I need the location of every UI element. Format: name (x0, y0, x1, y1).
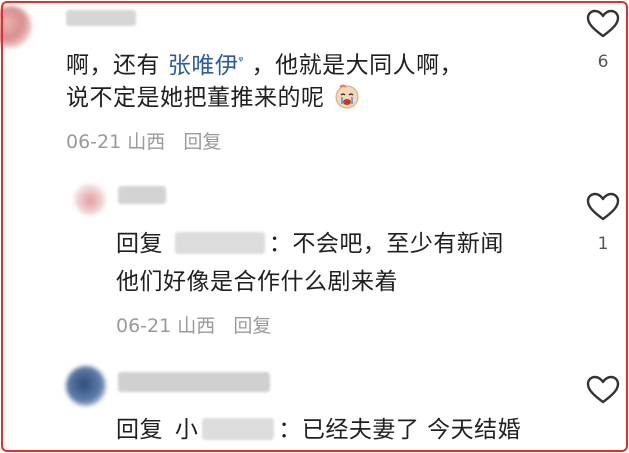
crying-face-emoji (335, 84, 359, 109)
comment-text-line1: 啊，还有 张唯伊ᵠ ，他就是大同人啊， (66, 44, 463, 82)
avatar[interactable] (74, 183, 106, 215)
heart-outline-icon (586, 9, 620, 38)
comment-text: 已经夫妻了 今天结婚 (301, 417, 522, 443)
comment-text: 啊，还有 (66, 52, 160, 79)
date: 06-21 (116, 315, 172, 337)
heart-outline-icon (586, 375, 620, 404)
location: 山西 (127, 131, 166, 153)
comment-text: ，他就是大同人啊， (251, 52, 464, 79)
reply-prefix: 回复 (116, 417, 163, 443)
username-blurred[interactable] (118, 186, 166, 204)
heart-outline-icon (586, 192, 620, 221)
reply-button[interactable]: 回复 (183, 131, 221, 153)
reply-text-line1: 回复 ：不会吧，至少有新闻 (116, 231, 504, 257)
avatar[interactable] (66, 366, 106, 406)
username-blurred[interactable] (118, 372, 270, 392)
search-icon: ᵠ (238, 53, 244, 67)
like-button[interactable] (586, 192, 620, 222)
location: 山西 (177, 315, 216, 337)
reply-text-line1: 回复 小：已经夫妻了 今天结婚 (116, 417, 522, 443)
like-button[interactable] (586, 375, 620, 405)
like-button[interactable] (586, 9, 620, 39)
reply-prefix: 回复 (116, 231, 163, 257)
user-mention-link[interactable]: 张唯伊ᵠ (168, 53, 244, 79)
reply-button[interactable]: 回复 (233, 315, 271, 337)
comment-text-line2: 说不定是她把董推来的呢 (66, 82, 360, 114)
reply-text-line2: 他们好像是合作什么剧来着 (116, 269, 398, 295)
avatar[interactable] (0, 6, 32, 48)
like-count: 1 (597, 234, 609, 254)
like-count: 6 (597, 52, 609, 72)
username-blurred[interactable] (66, 10, 136, 26)
comment-meta: 06-21 山西 回复 (66, 127, 221, 154)
date: 06-21 (66, 131, 122, 153)
replied-user-blurred[interactable] (202, 418, 275, 440)
replied-user-blurred[interactable] (174, 232, 265, 254)
replied-user-name[interactable]: 小 (175, 417, 199, 443)
comment-text: 不会吧，至少有新闻 (292, 231, 504, 257)
comment-meta: 06-21 山西 回复 (116, 311, 271, 338)
